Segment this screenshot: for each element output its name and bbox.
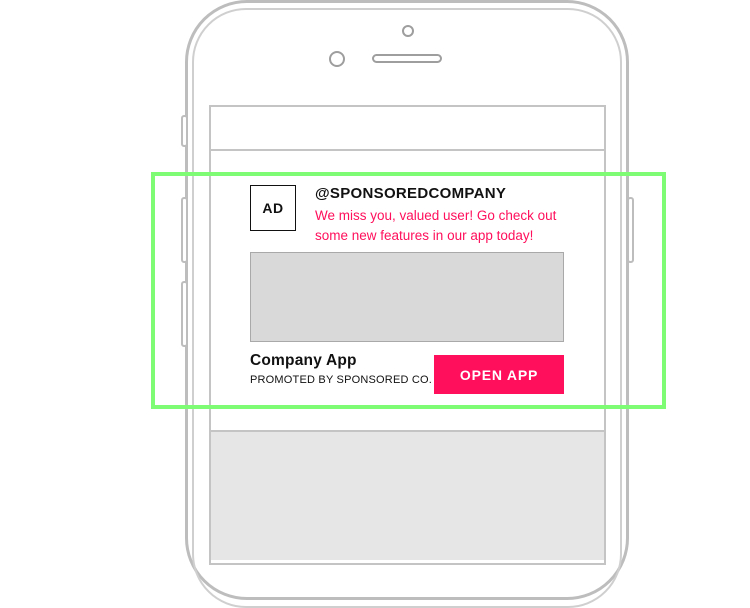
highlight-frame — [151, 172, 666, 409]
screen-header-divider — [211, 149, 604, 151]
feed-item-placeholder — [211, 430, 604, 560]
front-camera — [329, 51, 345, 67]
earpiece-speaker — [372, 54, 442, 63]
proximity-sensor — [402, 25, 414, 37]
mute-switch — [181, 115, 188, 147]
